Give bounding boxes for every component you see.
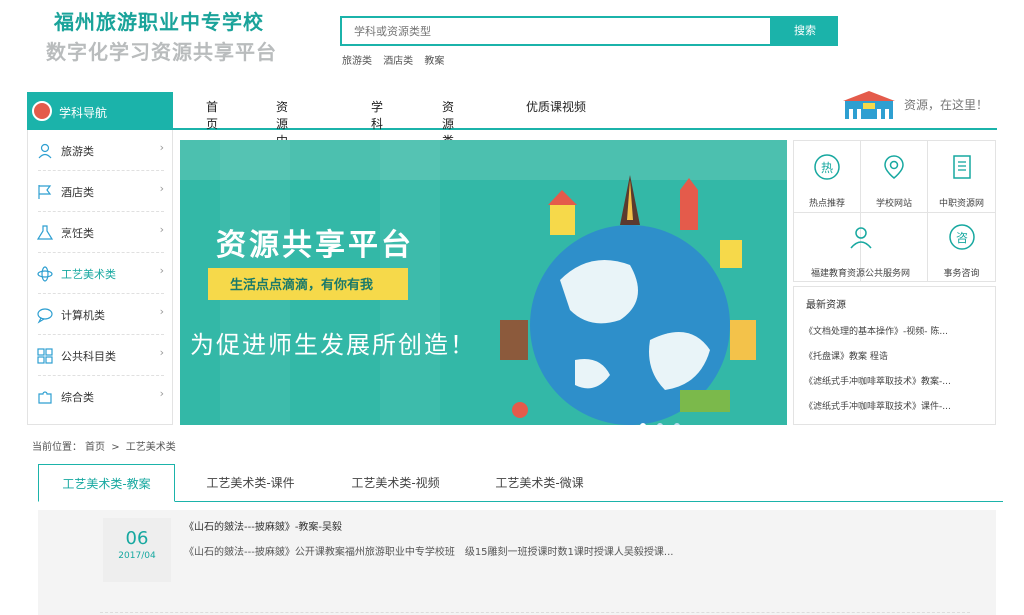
- latest-resources: 最新资源 《文档处理的基本操作》-视频- 陈... 《托盘课》教案 程诰 《滤纸…: [793, 286, 996, 425]
- grid-icon: [37, 348, 53, 364]
- search-input[interactable]: [342, 18, 770, 44]
- quick-link-school[interactable]: 学校网站: [861, 153, 927, 209]
- hot-keywords: 旅游类 酒店类 教案: [342, 52, 452, 67]
- sidebar-item-label: 计算机类: [61, 309, 105, 322]
- quick-link-label: 福建教育资源公共服务网: [810, 269, 910, 279]
- tab-lesson-plan[interactable]: 工艺美术类-教案: [38, 464, 175, 502]
- resource-list: 06 2017/04 《山石的皴法---披麻皴》-教案-吴毅 《山石的皴法---…: [38, 510, 996, 615]
- hero-carousel[interactable]: 资源共享平台 生活点点滴滴，有你有我 为促进师生发展所创造！: [180, 140, 787, 425]
- quick-link-fujian-edu[interactable]: 福建教育资源公共服务网: [794, 223, 927, 279]
- sidebar-item-computer[interactable]: 计算机类 ›: [28, 294, 172, 335]
- resource-slogan: 资源，在这里！: [904, 98, 989, 112]
- banner-ribbon-text: 生活点点滴滴，有你有我: [230, 278, 374, 293]
- latest-resource-link[interactable]: 《滤纸式手冲咖啡萃取技术》教案-...: [804, 374, 989, 387]
- banner-slogan: 为促进师生发展所创造！: [190, 331, 476, 359]
- hot-icon: 热: [814, 154, 840, 180]
- sidebar-item-cooking[interactable]: 烹饪类 ›: [28, 212, 172, 253]
- user-icon: [849, 227, 872, 249]
- sidebar-item-tourism[interactable]: 旅游类 ›: [28, 130, 172, 171]
- resource-description: 《山石的皴法---披麻皴》公开课教案福州旅游职业中专学校班 级15雕刻一班授课时…: [184, 547, 674, 558]
- school-name: 福州旅游职业中专学校: [54, 10, 264, 34]
- banner-title: 资源共享平台: [216, 228, 414, 263]
- date-badge: 06 2017/04: [103, 518, 171, 582]
- carousel-dot[interactable]: [657, 423, 664, 425]
- platform-name: 数字化学习资源共享平台: [46, 40, 277, 64]
- nav-item-quality-video[interactable]: 优质课视频: [526, 98, 586, 115]
- location-icon: [884, 155, 904, 179]
- sidebar-item-crafts[interactable]: 工艺美术类 ›: [28, 253, 172, 294]
- carousel-dot[interactable]: [674, 423, 681, 425]
- carousel-dot[interactable]: [640, 423, 646, 425]
- sidebar-item-general[interactable]: 综合类 ›: [28, 376, 172, 417]
- sidebar-item-hotel[interactable]: 酒店类 ›: [28, 171, 172, 212]
- tab-courseware[interactable]: 工艺美术类-课件: [182, 464, 319, 502]
- carousel-dots: [640, 414, 686, 425]
- quick-link-resource-net[interactable]: 中职资源网: [928, 153, 995, 209]
- svg-text:咨: 咨: [955, 230, 967, 245]
- hotword-link[interactable]: 酒店类: [383, 56, 413, 67]
- sidebar-item-label: 酒店类: [61, 186, 94, 199]
- latest-resources-heading: 最新资源: [806, 300, 846, 311]
- breadcrumb-separator: >: [111, 442, 120, 453]
- chevron-right-icon: ›: [159, 305, 164, 318]
- search-box: [340, 16, 772, 46]
- divider: [100, 612, 970, 613]
- quick-link-label: 中职资源网: [938, 199, 984, 209]
- nav-item-home[interactable]: 首页: [206, 98, 218, 132]
- book-icon: [952, 155, 971, 179]
- hotword-link[interactable]: 旅游类: [342, 56, 372, 67]
- latest-resource-link[interactable]: 《滤纸式手冲咖啡萃取技术》课件-...: [804, 399, 989, 412]
- tab-video[interactable]: 工艺美术类-视频: [327, 464, 464, 502]
- quick-link-hot[interactable]: 热 热点推荐: [794, 153, 860, 209]
- library-building-icon: [843, 91, 895, 119]
- puzzle-icon: [38, 391, 52, 404]
- person-icon: [38, 143, 52, 159]
- sidebar-item-public[interactable]: 公共科目类 ›: [28, 335, 172, 376]
- chat-icon: [37, 308, 53, 324]
- consult-icon: 咨: [948, 224, 975, 250]
- sidebar-item-label: 旅游类: [61, 145, 94, 158]
- latest-resource-link[interactable]: 《托盘课》教案 程诰: [804, 349, 989, 362]
- compass-icon: [32, 101, 52, 121]
- flag-icon: [38, 185, 52, 199]
- subject-sidebar: 旅游类 › 酒店类 › 烹饪类 › 工艺美术类 › 计算机类 › 公共科目类 ›…: [27, 130, 173, 425]
- breadcrumb: 当前位置： 首页 > 工艺美术类: [32, 438, 179, 453]
- chevron-right-icon: ›: [159, 346, 164, 359]
- quick-link-label: 学校网站: [875, 199, 912, 209]
- tab-micro-course[interactable]: 工艺美术类-微课: [471, 464, 608, 502]
- subject-nav-title: 学科导航: [59, 106, 108, 120]
- sidebar-item-label: 工艺美术类: [61, 268, 116, 281]
- sidebar-item-label: 公共科目类: [61, 350, 116, 363]
- globe-landmarks-illustration: [500, 175, 756, 425]
- latest-resource-link[interactable]: 《文档处理的基本操作》-视频- 陈...: [804, 324, 989, 337]
- grid-divider: [794, 212, 995, 213]
- chevron-right-icon: ›: [159, 223, 164, 236]
- date-day: 06: [125, 528, 149, 549]
- breadcrumb-home[interactable]: 首页: [85, 442, 105, 453]
- quick-link-label: 热点推荐: [808, 199, 845, 209]
- quick-link-label: 事务咨询: [943, 269, 980, 279]
- atom-icon: [37, 266, 53, 282]
- subject-nav-header: 学科导航: [27, 92, 173, 130]
- chevron-right-icon: ›: [159, 141, 164, 154]
- nav-item-subject[interactable]: 学科: [371, 98, 383, 132]
- quick-links-grid: 热 热点推荐 学校网站 中职资源网 福建教育资源公共服务网 咨 事务咨询: [793, 140, 996, 282]
- chevron-right-icon: ›: [159, 264, 164, 277]
- sidebar-item-label: 烹饪类: [61, 227, 94, 240]
- breadcrumb-prefix: 当前位置：: [32, 442, 82, 453]
- flask-icon: [36, 225, 54, 240]
- chevron-right-icon: ›: [159, 182, 164, 195]
- breadcrumb-current[interactable]: 工艺美术类: [126, 442, 176, 453]
- sidebar-item-label: 综合类: [61, 391, 94, 404]
- resource-title-link[interactable]: 《山石的皴法---披麻皴》-教案-吴毅: [184, 518, 342, 533]
- chevron-right-icon: ›: [159, 387, 164, 400]
- quick-link-consult[interactable]: 咨 事务咨询: [928, 223, 995, 279]
- date-year-month: 2017/04: [118, 551, 156, 561]
- search-button[interactable]: 搜索: [772, 16, 838, 46]
- svg-text:热: 热: [821, 161, 833, 175]
- hotword-link[interactable]: 教案: [424, 56, 444, 67]
